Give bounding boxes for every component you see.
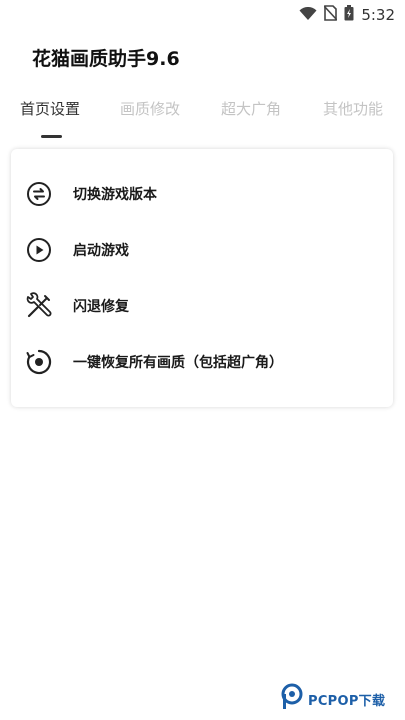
tab-other-functions[interactable]: 其他功能 xyxy=(323,98,383,119)
switch-icon xyxy=(25,180,53,208)
tab-home-settings[interactable]: 首页设置 xyxy=(20,98,80,119)
menu-item-label: 切换游戏版本 xyxy=(73,187,157,203)
play-icon xyxy=(25,236,53,264)
status-time: 5:32 xyxy=(361,6,395,24)
status-bar: 5:32 xyxy=(0,0,405,30)
menu-item-launch-game[interactable]: 启动游戏 xyxy=(11,228,393,272)
menu-item-label: 启动游戏 xyxy=(73,243,129,259)
menu-card: 切换游戏版本 启动游戏 闪退修复 一键恢复所有画质（包括超广角） xyxy=(11,149,393,407)
menu-item-switch-version[interactable]: 切换游戏版本 xyxy=(11,172,393,216)
status-icons: 5:32 xyxy=(299,5,395,25)
wifi-icon xyxy=(299,6,317,25)
menu-item-label: 闪退修复 xyxy=(73,299,129,315)
restore-icon xyxy=(25,348,53,376)
menu-item-crash-fix[interactable]: 闪退修复 xyxy=(11,284,393,328)
tab-bar: 首页设置 画质修改 超大广角 其他功能 xyxy=(0,98,405,128)
watermark: PCPOP下载 xyxy=(280,683,385,715)
watermark-text: PCPOP下载 xyxy=(308,693,386,709)
wrench-screwdriver-icon xyxy=(25,292,53,320)
app-title: 花猫画质助手9.6 xyxy=(32,48,180,70)
no-sim-icon xyxy=(323,5,338,25)
tab-wide-angle[interactable]: 超大广角 xyxy=(221,98,281,119)
active-tab-indicator xyxy=(41,135,62,138)
menu-item-restore-quality[interactable]: 一键恢复所有画质（包括超广角） xyxy=(11,340,393,384)
menu-item-label: 一键恢复所有画质（包括超广角） xyxy=(73,355,283,371)
tab-quality-edit[interactable]: 画质修改 xyxy=(120,98,180,119)
battery-icon xyxy=(344,5,354,25)
pcpop-logo-icon xyxy=(280,683,304,715)
